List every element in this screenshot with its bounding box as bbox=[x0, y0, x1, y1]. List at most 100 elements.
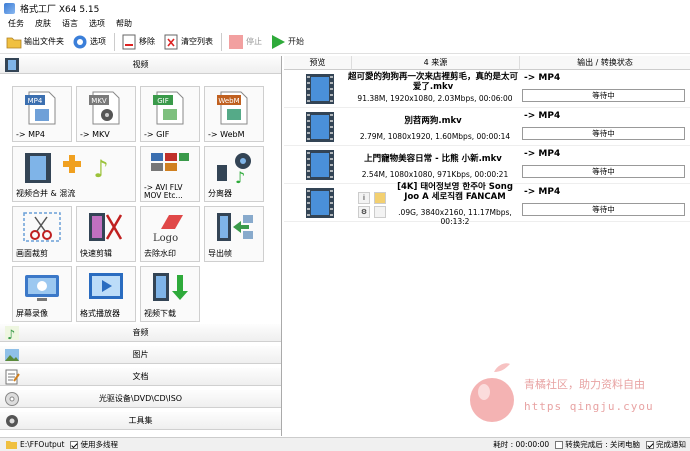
clear-list-button[interactable]: 清空列表 bbox=[163, 32, 213, 52]
tile-label: 去除水印 bbox=[144, 249, 176, 258]
menu-task[interactable]: 任务 bbox=[8, 18, 24, 29]
category-video-label: 视频 bbox=[132, 60, 149, 69]
orange-logo-icon bbox=[470, 363, 514, 422]
tile-to-gif[interactable]: GIF -> GIF bbox=[140, 86, 200, 142]
stop-button[interactable]: 停止 bbox=[228, 32, 262, 52]
column-source[interactable]: 4 来源 bbox=[352, 56, 520, 70]
task-file-name: [4K] 태어정보영 한주아 Song Joo A 세로직캠 FANCAM bbox=[397, 182, 513, 202]
stop-icon bbox=[228, 34, 244, 50]
multi-format-icon bbox=[151, 153, 189, 171]
tile-video-download[interactable]: 视频下载 bbox=[140, 266, 200, 322]
menu-language[interactable]: 语言 bbox=[62, 18, 78, 29]
mp4-badge: MP4 bbox=[28, 97, 43, 105]
multithread-label: 使用多线程 bbox=[80, 440, 118, 449]
svg-text:♪: ♪ bbox=[7, 328, 15, 341]
tile-to-mkv[interactable]: MKV -> MKV bbox=[76, 86, 136, 142]
video-file-icon bbox=[306, 74, 334, 104]
menu-options[interactable]: 选项 bbox=[89, 18, 105, 29]
watermark-line-1: 青橘社区，助力资料自由 bbox=[524, 378, 645, 391]
column-preview[interactable]: 预览 bbox=[284, 56, 352, 70]
open-folder-icon[interactable] bbox=[374, 192, 386, 204]
menu-bar: 任务 皮肤 语言 选项 帮助 bbox=[0, 16, 690, 30]
notify-checkbox[interactable]: 完成通知 bbox=[646, 439, 686, 450]
tile-to-mp4[interactable]: MP4 -> MP4 bbox=[12, 86, 72, 142]
watermark-line-2: https qingju.cyou bbox=[524, 400, 654, 413]
output-folder-status[interactable]: E:\FFOutput bbox=[6, 440, 64, 449]
column-output-status[interactable]: 输出 / 转换状态 bbox=[520, 56, 690, 70]
category-pane: 视频 MP4 -> MP4 MKV -> MKV GIF -> GIF WebM… bbox=[0, 56, 282, 436]
toolbar-separator bbox=[221, 32, 222, 51]
tile-remove-watermark[interactable]: Logo 去除水印 bbox=[140, 206, 200, 262]
mkv-badge: MKV bbox=[91, 97, 107, 105]
eraser-icon: Logo bbox=[153, 215, 183, 244]
tile-label: -> MKV bbox=[80, 130, 110, 139]
task-status: 等待中 bbox=[522, 127, 685, 140]
category-video[interactable]: 视频 bbox=[0, 56, 281, 74]
screen-record-icon bbox=[25, 275, 59, 301]
options-label: 选项 bbox=[90, 37, 106, 46]
task-status: 等待中 bbox=[522, 165, 685, 178]
tile-label: 视频下载 bbox=[144, 309, 176, 318]
menu-skin[interactable]: 皮肤 bbox=[35, 18, 51, 29]
multithread-checkbox[interactable]: 使用多线程 bbox=[70, 439, 118, 450]
task-row[interactable]: 超可愛的狗狗再一次来店裡剪毛，真的是太可爱了.mkv 91.38M, 1920x… bbox=[284, 70, 690, 108]
player-icon bbox=[89, 273, 123, 299]
task-row[interactable]: 別苕两狗.mkv 2.79M, 1080x1920, 1.60Mbps, 00:… bbox=[284, 108, 690, 146]
category-optical[interactable]: 光驱设备\DVD\CD\ISO bbox=[0, 390, 281, 408]
tile-export-frames[interactable]: 导出帧 bbox=[204, 206, 264, 262]
webm-badge: WebM bbox=[218, 97, 239, 105]
category-picture[interactable]: 图片 bbox=[0, 346, 281, 364]
tile-label: -> MP4 bbox=[16, 130, 45, 139]
output-folder-button[interactable]: 输出文件夹 bbox=[6, 32, 64, 52]
menu-help[interactable]: 帮助 bbox=[116, 18, 132, 29]
export-frames-icon bbox=[217, 213, 253, 241]
tile-to-avi-flv-mov[interactable]: -> AVI FLV MOV Etc... bbox=[140, 146, 200, 202]
category-optical-label: 光驱设备\DVD\CD\ISO bbox=[98, 394, 183, 403]
output-file-icon[interactable] bbox=[374, 206, 386, 218]
remove-icon bbox=[121, 34, 137, 50]
tile-label: 画面裁剪 bbox=[16, 249, 48, 258]
webm-file-icon: WebM bbox=[217, 91, 248, 125]
disc-icon bbox=[4, 391, 20, 407]
task-row[interactable]: 上門寵物美容日常 - 比熊 小新.mkv 2.54M, 1080x1080, 9… bbox=[284, 146, 690, 184]
clear-list-label: 清空列表 bbox=[181, 37, 213, 46]
elapsed-time: 耗时 : 00:00:00 bbox=[493, 440, 550, 449]
task-file-info: 2.54M, 1080x1080, 971Kbps, 00:00:21 bbox=[361, 170, 509, 179]
svg-text:♪: ♪ bbox=[235, 168, 245, 185]
tile-to-webm[interactable]: WebM -> WebM bbox=[204, 86, 264, 142]
task-output-format: -> MP4 bbox=[524, 111, 561, 121]
tile-quick-cut[interactable]: 快速剪辑 bbox=[76, 206, 136, 262]
tile-label: 快速剪辑 bbox=[80, 249, 112, 258]
settings-icon[interactable]: ⚙ bbox=[358, 206, 370, 218]
info-icon[interactable]: i bbox=[358, 192, 370, 204]
tools-icon bbox=[4, 413, 20, 429]
tile-label: 分离器 bbox=[208, 189, 232, 198]
category-audio[interactable]: ♪ 音频 bbox=[0, 324, 281, 343]
stop-label: 停止 bbox=[246, 37, 262, 46]
tile-label: -> AVI FLV MOV Etc... bbox=[144, 183, 183, 200]
after-done-label: 转换完成后 : 关闭电脑 bbox=[565, 440, 640, 449]
remove-button[interactable]: 移除 bbox=[121, 32, 155, 52]
tile-screen-record[interactable]: 屏幕录像 bbox=[12, 266, 72, 322]
category-document[interactable]: 文档 bbox=[0, 368, 281, 386]
tile-player[interactable]: 格式播放器 bbox=[76, 266, 136, 322]
play-icon bbox=[270, 34, 286, 50]
task-status: 等待中 bbox=[522, 89, 685, 102]
category-tools[interactable]: 工具集 bbox=[0, 412, 281, 430]
tile-splitter[interactable]: ♪ 分离器 bbox=[204, 146, 264, 202]
output-folder-label: 输出文件夹 bbox=[24, 37, 64, 46]
tile-merge-mux[interactable]: ♪ 视频合并 & 混流 bbox=[12, 146, 136, 202]
start-button[interactable]: 开始 bbox=[270, 32, 304, 52]
options-button[interactable]: 选项 bbox=[72, 32, 106, 52]
task-file-info: 2.79M, 1080x1920, 1.60Mbps, 00:00:14 bbox=[359, 132, 511, 141]
video-file-icon bbox=[306, 112, 334, 142]
svg-text:♪: ♪ bbox=[93, 155, 108, 183]
after-done-checkbox[interactable]: 转换完成后 : 关闭电脑 bbox=[555, 439, 640, 450]
toolbar-separator bbox=[114, 32, 115, 51]
tile-label: 导出帧 bbox=[208, 249, 232, 258]
task-row[interactable]: i ⚙ [4K] 태어정보영 한주아 Song Joo A 세로직캠 FANCA… bbox=[284, 182, 690, 226]
crop-scissors-icon bbox=[23, 212, 61, 242]
tile-crop[interactable]: 画面裁剪 bbox=[12, 206, 72, 262]
mp4-file-icon: MP4 bbox=[25, 91, 56, 125]
start-label: 开始 bbox=[288, 37, 304, 46]
